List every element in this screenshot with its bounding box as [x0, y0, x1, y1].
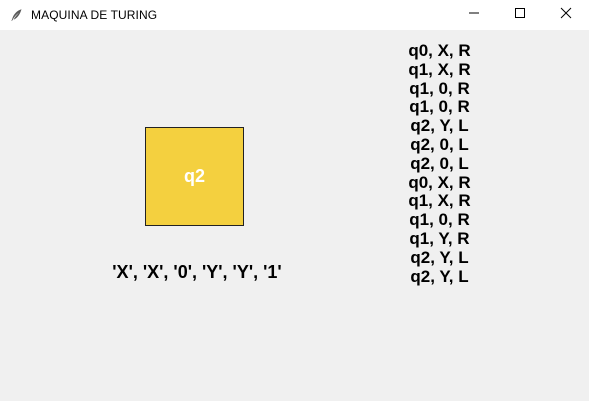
minimize-button[interactable] [451, 0, 497, 30]
app-window: MAQUINA DE TURING q2 'X', 'X', '0', 'Y',… [0, 0, 589, 401]
close-button[interactable] [543, 0, 589, 30]
transition-item: q1, Y, R [409, 228, 470, 248]
close-icon [560, 6, 572, 24]
tape-contents: 'X', 'X', '0', 'Y', 'Y', '1' [112, 262, 282, 282]
window-title: MAQUINA DE TURING [31, 8, 158, 22]
minimize-icon [468, 6, 480, 24]
transition-item: q2, 0, L [410, 153, 469, 173]
window-controls [451, 0, 589, 30]
current-state-label: q2 [183, 166, 205, 186]
maximize-icon [514, 6, 526, 24]
title-bar[interactable]: MAQUINA DE TURING [0, 0, 589, 30]
transition-item: q2, Y, L [410, 247, 469, 267]
main-canvas: q2 'X', 'X', '0', 'Y', 'Y', '1' q0, X, R… [0, 30, 589, 401]
transition-list: q0, X, R q1, X, R q1, 0, R q1, 0, R q2, … [392, 41, 487, 286]
transition-item: q1, X, R [408, 191, 471, 211]
maximize-button[interactable] [497, 0, 543, 30]
transition-item: q0, X, R [408, 41, 471, 60]
transition-item: q2, Y, L [410, 116, 469, 136]
transition-item: q1, X, R [408, 59, 471, 79]
transition-item: q1, 0, R [409, 210, 470, 230]
feather-icon [8, 7, 24, 23]
transition-item: q1, 0, R [409, 78, 470, 98]
transition-item: q1, 0, R [409, 97, 470, 117]
current-state-box: q2 [145, 127, 244, 226]
transition-item: q2, 0, L [410, 134, 469, 154]
transition-item: q2, Y, L [410, 266, 469, 286]
transition-item: q0, X, R [408, 172, 471, 192]
